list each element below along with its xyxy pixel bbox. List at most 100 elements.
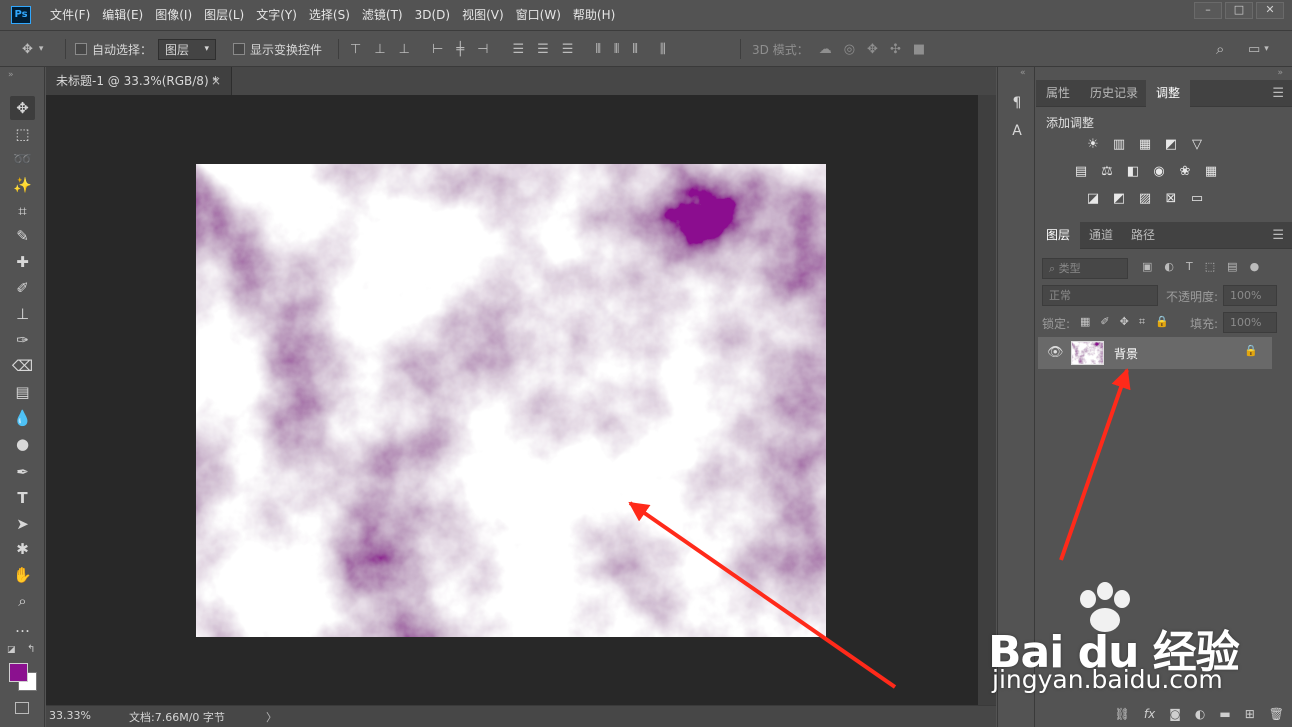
new-adjustment-layer-icon[interactable]: ◐ — [1195, 707, 1205, 721]
auto-select-checkbox[interactable] — [75, 43, 87, 55]
minimize-button[interactable]: – — [1194, 2, 1222, 19]
shape-filter-icon[interactable]: ⬚ — [1205, 260, 1215, 273]
history-brush-tool-icon[interactable]: ✑ — [10, 328, 35, 352]
swap-colors-icon[interactable]: ↰ — [27, 644, 35, 655]
filter-toggle-icon[interactable]: ● — [1250, 260, 1260, 273]
hand-tool-icon[interactable]: ✋ — [10, 563, 35, 587]
new-group-icon[interactable]: ▬ — [1219, 707, 1230, 721]
crop-tool-icon[interactable]: ⌗ — [10, 199, 35, 223]
distribute-hcenter-icon[interactable]: ⫴ — [614, 42, 619, 57]
menu-edit[interactable]: 编辑(E) — [96, 0, 149, 31]
clone-stamp-tool-icon[interactable]: ⊥ — [10, 302, 35, 326]
pixel-filter-icon[interactable]: ▣ — [1142, 260, 1152, 273]
posterize-icon[interactable]: ◩ — [1110, 191, 1128, 207]
pen-tool-icon[interactable]: ✒ — [10, 460, 35, 484]
add-mask-icon[interactable]: ◙ — [1169, 707, 1181, 721]
path-selection-tool-icon[interactable]: ➤ — [10, 512, 35, 536]
panel-menu-icon[interactable]: ☰ — [1272, 228, 1284, 243]
show-transform-checkbox[interactable] — [233, 43, 245, 55]
pan-3d-icon[interactable]: ✥ — [867, 42, 878, 57]
roll-3d-icon[interactable]: ◎ — [844, 42, 855, 57]
collapse-dock-icon[interactable]: » — [1277, 68, 1283, 78]
distribute-bottom-icon[interactable]: ☰ — [562, 42, 574, 57]
menu-view[interactable]: 视图(V) — [456, 0, 510, 31]
tab-channels[interactable]: 通道 — [1079, 222, 1123, 249]
menu-filter[interactable]: 滤镜(T) — [356, 0, 409, 31]
curves-icon[interactable]: ▦ — [1136, 137, 1154, 153]
brightness-contrast-icon[interactable]: ☀ — [1084, 137, 1102, 153]
levels-icon[interactable]: ▥ — [1110, 137, 1128, 153]
brush-tool-icon[interactable]: ✐ — [10, 276, 35, 300]
marquee-tool-icon[interactable]: ⬚ — [10, 122, 35, 146]
move-tool-preset[interactable]: ✥ ▾ — [22, 31, 43, 67]
black-white-icon[interactable]: ◧ — [1124, 164, 1142, 180]
gradient-tool-icon[interactable]: ▤ — [10, 380, 35, 404]
auto-align-icon[interactable]: ⫼ — [660, 42, 666, 57]
hue-saturation-icon[interactable]: ▤ — [1072, 164, 1090, 180]
more-tools-icon[interactable]: … — [10, 615, 35, 639]
lock-position-icon[interactable]: ✥ — [1120, 315, 1129, 329]
document-canvas[interactable] — [196, 164, 826, 637]
foreground-color-swatch[interactable] — [9, 663, 28, 682]
tab-layers[interactable]: 图层 — [1036, 222, 1081, 249]
tab-properties[interactable]: 属性 — [1036, 80, 1080, 107]
collapse-toolbar-icon[interactable]: » — [8, 70, 14, 80]
show-transform-toggle[interactable]: 显示变换控件 — [233, 31, 322, 67]
align-right-icon[interactable]: ⊣ — [477, 42, 488, 57]
auto-select-dropdown[interactable]: 图层 ▾ — [158, 31, 216, 67]
tab-adjustments[interactable]: 调整 — [1146, 80, 1191, 107]
menu-file[interactable]: 文件(F) — [44, 0, 96, 31]
collapse-panels-icon[interactable]: « — [1020, 68, 1026, 78]
character-panel-icon[interactable]: A — [1007, 121, 1027, 141]
auto-select-toggle[interactable]: 自动选择： — [75, 31, 152, 67]
shape-tool-icon[interactable]: ✱ — [10, 537, 35, 561]
blend-mode-select[interactable]: 正常 — [1042, 285, 1158, 306]
healing-brush-tool-icon[interactable]: ✚ — [10, 250, 35, 274]
lock-all-icon[interactable]: 🔒 — [1155, 315, 1169, 329]
gradient-map-icon[interactable]: ▭ — [1188, 191, 1206, 207]
lock-pixels-icon[interactable]: ✐ — [1100, 315, 1109, 329]
distribute-right-icon[interactable]: ⫴ — [632, 42, 637, 57]
threshold-icon[interactable]: ▨ — [1136, 191, 1154, 207]
move-tool-icon[interactable]: ✥ — [10, 96, 35, 120]
document-tab[interactable]: 未标题-1 @ 33.3%(RGB/8) * × — [46, 67, 232, 95]
zoom-tool-icon[interactable]: ⌕ — [10, 589, 35, 613]
menu-help[interactable]: 帮助(H) — [567, 0, 621, 31]
tab-history[interactable]: 历史记录 — [1080, 80, 1148, 107]
invert-icon[interactable]: ◪ — [1084, 191, 1102, 207]
layer-style-icon[interactable]: fx — [1144, 707, 1155, 721]
menu-window[interactable]: 窗口(W) — [510, 0, 567, 31]
menu-layer[interactable]: 图层(L) — [198, 0, 250, 31]
camera-3d-icon[interactable]: ■ — [913, 42, 925, 57]
eye-icon[interactable]: 👁 — [1047, 345, 1064, 360]
vibrance-icon[interactable]: ▽ — [1188, 137, 1206, 153]
color-lookup-icon[interactable]: ▦ — [1202, 164, 1220, 180]
new-layer-icon[interactable]: ⊞ — [1245, 707, 1255, 721]
close-window-button[interactable]: ✕ — [1256, 2, 1284, 19]
channel-mixer-icon[interactable]: ❀ — [1176, 164, 1194, 180]
workspace-switcher[interactable]: ▭ ▾ — [1248, 31, 1269, 67]
align-vcenter-icon[interactable]: ⊥ — [374, 42, 385, 57]
dodge-tool-icon[interactable]: ● — [10, 432, 35, 456]
auto-select-select[interactable]: 图层 ▾ — [158, 38, 216, 60]
menu-3d[interactable]: 3D(D) — [409, 0, 456, 31]
magic-wand-tool-icon[interactable]: ✨ — [10, 173, 35, 197]
delete-layer-icon[interactable]: 🗑 — [1269, 707, 1284, 721]
lock-transparency-icon[interactable]: ▦ — [1080, 315, 1090, 329]
align-top-icon[interactable]: ⊤ — [350, 42, 361, 57]
exposure-icon[interactable]: ◩ — [1162, 137, 1180, 153]
menu-image[interactable]: 图像(I) — [149, 0, 198, 31]
vertical-scrollbar[interactable] — [978, 95, 996, 705]
fill-input[interactable]: 100% — [1223, 312, 1277, 333]
link-layers-icon[interactable]: ⛓ — [1115, 707, 1130, 721]
restore-button[interactable]: □ — [1225, 2, 1253, 19]
panel-menu-icon[interactable]: ☰ — [1272, 86, 1284, 101]
close-tab-icon[interactable]: × — [211, 67, 221, 95]
status-menu-arrow[interactable]: 〉 — [266, 709, 277, 725]
align-hcenter-icon[interactable]: ╪ — [456, 42, 464, 57]
layer-filter-dropdown[interactable]: ⌕ 类型 — [1042, 258, 1128, 279]
lasso-tool-icon[interactable]: ➿ — [10, 147, 35, 171]
lock-artboard-icon[interactable]: ⌗ — [1139, 315, 1145, 329]
photo-filter-icon[interactable]: ◉ — [1150, 164, 1168, 180]
align-left-icon[interactable]: ⊢ — [432, 42, 443, 57]
